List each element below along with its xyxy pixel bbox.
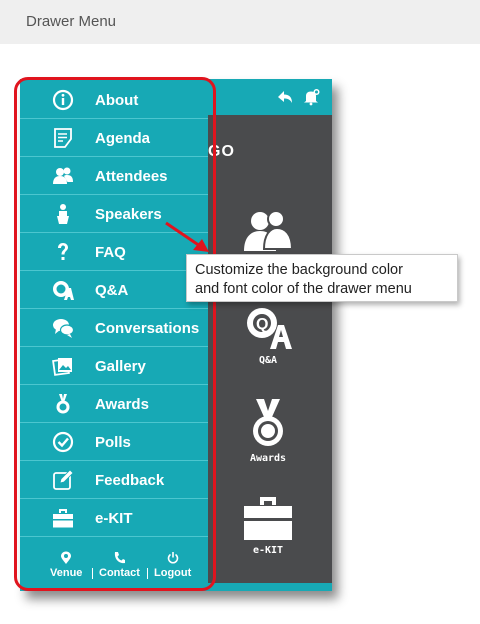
app-home-grid: GO Q Q&A Awards e-KIT — [208, 115, 332, 583]
tile-label: e-KIT — [252, 545, 284, 556]
callout-line-1: Customize the background color — [195, 262, 403, 278]
svg-text:Q: Q — [256, 316, 268, 333]
drawer-highlight-frame — [14, 77, 216, 591]
notification-bell-icon[interactable] — [302, 88, 320, 106]
briefcase-icon — [244, 497, 292, 540]
attendees-icon — [244, 210, 294, 251]
tile-label: Awards — [249, 453, 287, 464]
title-bar: Drawer Menu — [0, 0, 480, 44]
annotation-callout: Customize the background color and font … — [186, 254, 458, 302]
tile-attendees[interactable] — [228, 207, 308, 259]
tile-ekit[interactable]: e-KIT — [228, 495, 308, 556]
tile-label: Q&A — [258, 355, 278, 366]
callout-line-2: and font color of the drawer menu — [195, 281, 412, 297]
award-medal-icon — [253, 399, 283, 446]
back-arrow-icon[interactable] — [276, 88, 294, 106]
window-title: Drawer Menu — [26, 13, 117, 30]
tile-awards[interactable]: Awards — [228, 399, 308, 464]
qa-icon: Q — [247, 308, 292, 349]
tile-qa[interactable]: Q Q&A — [228, 303, 308, 366]
